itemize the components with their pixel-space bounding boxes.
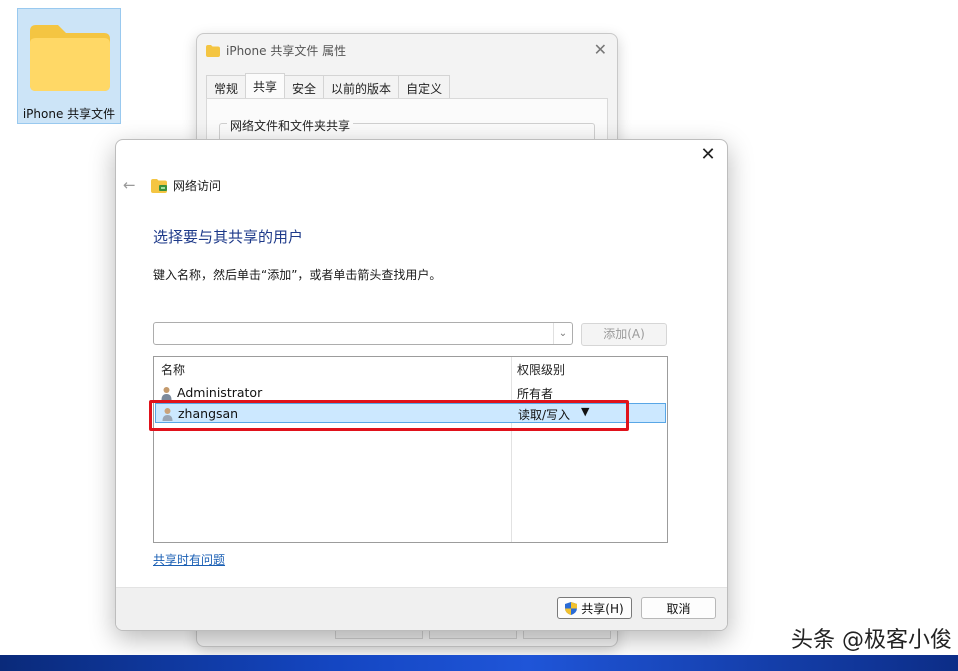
column-header-permission[interactable]: 权限级别 <box>517 361 565 378</box>
share-button-label: 共享(H) <box>581 601 624 616</box>
breadcrumb-label: 网络访问 <box>173 179 222 193</box>
page-title: 选择要与其共享的用户 <box>153 228 304 246</box>
user-icon <box>161 387 172 400</box>
column-header-name[interactable]: 名称 <box>161 361 185 378</box>
shield-icon <box>565 601 578 615</box>
desktop-folder-icon[interactable]: iPhone 共享文件 <box>17 8 121 124</box>
user-name-input[interactable]: ⌄ <box>153 322 573 345</box>
cancel-button[interactable]: 取消 <box>641 597 716 619</box>
dialog-footer: 共享(H) 取消 <box>116 587 727 630</box>
network-access-dialog: ✕ ← 网络访问 选择要与其共享的用户 键入名称，然后单击“添加”，或者单击箭头… <box>115 139 728 631</box>
network-folder-icon <box>151 178 167 193</box>
close-icon[interactable]: ✕ <box>697 144 719 166</box>
taskbar <box>0 655 958 671</box>
annotation-highlight-box <box>149 400 629 431</box>
share-button[interactable]: 共享(H) <box>557 597 632 619</box>
user-name: Administrator <box>177 385 263 400</box>
sharing-help-link[interactable]: 共享时有问题 <box>153 551 225 568</box>
watermark: 头条 @极客小俊 <box>791 628 952 653</box>
folder-icon <box>206 44 220 57</box>
tab-sharing[interactable]: 共享 <box>245 73 286 100</box>
add-button[interactable]: 添加(A) <box>581 323 667 346</box>
network-sharing-group-label: 网络文件和文件夹共享 <box>227 117 354 134</box>
user-permission-list: 名称 权限级别 Administrator 所有者 zhangsan 读取/写入… <box>153 356 668 543</box>
folder-icon <box>30 25 110 91</box>
back-arrow-icon[interactable]: ← <box>123 176 136 194</box>
chevron-down-icon[interactable]: ⌄ <box>553 323 572 344</box>
desktop-folder-label: iPhone 共享文件 <box>22 107 116 121</box>
properties-title: iPhone 共享文件 属性 <box>206 42 346 59</box>
properties-title-text: iPhone 共享文件 属性 <box>226 44 347 58</box>
close-icon[interactable]: ✕ <box>594 40 607 59</box>
instruction-text: 键入名称，然后单击“添加”，或者单击箭头查找用户。 <box>153 268 442 282</box>
breadcrumb: 网络访问 <box>151 177 221 194</box>
